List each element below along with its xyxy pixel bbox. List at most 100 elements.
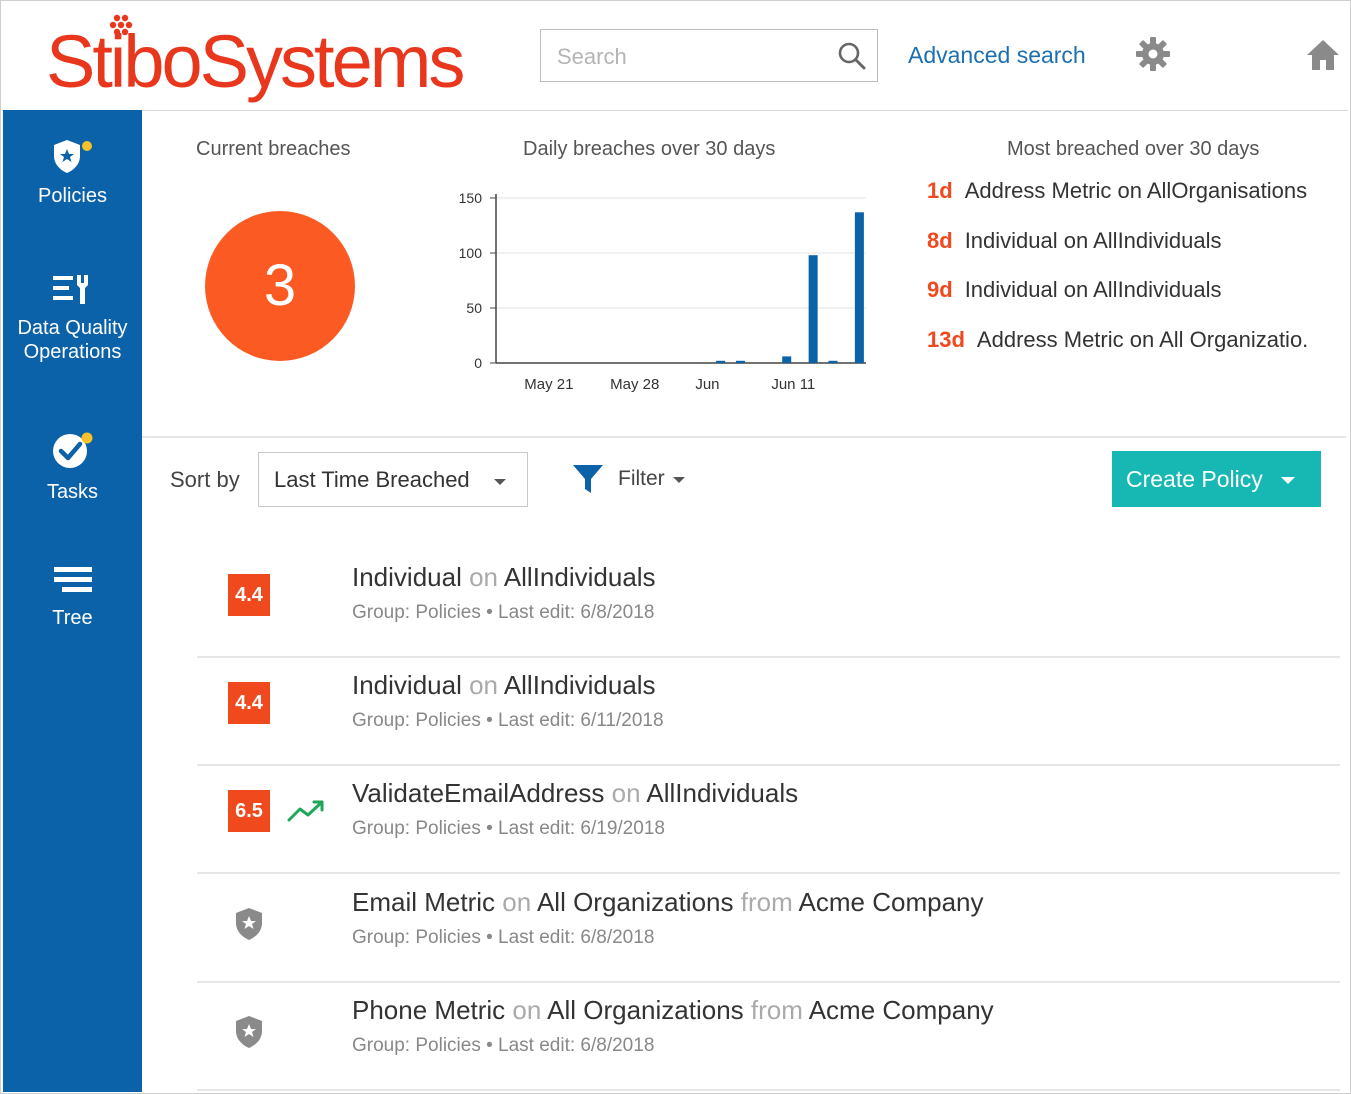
breach-policy-name: Individual on AllIndividuals [964,228,1222,253]
y-tick-label: 150 [459,190,483,206]
sidebar-item-label: Policies [38,185,107,207]
sort-by-select[interactable]: Last Time Breached [258,452,528,507]
shield-star-icon [236,908,262,940]
policy-name: ValidateEmailAddress [352,778,605,808]
policy-title: Email Metric on All Organizations from A… [352,887,984,918]
sidebar-item-label-2: Operations [23,341,122,363]
most-breached-item[interactable]: 9d Individual on AllIndividuals [927,277,1222,303]
policy-target: AllIndividuals [646,778,799,808]
section-divider [142,436,1346,438]
logo-text: StiboSystems [46,20,465,103]
current-breaches-title: Current breaches [196,138,351,160]
breach-days: 8d [927,228,953,253]
policy-row[interactable]: Phone Metric on All Organizations from A… [197,983,1340,1091]
policy-meta: Group: Policies • Last edit: 6/8/2018 [352,602,655,623]
policy-on: on [502,887,532,917]
list-tools-icon [52,275,88,304]
filter-label: Filter [618,467,665,490]
breach-policy-name: Individual on AllIndividuals [964,277,1222,302]
chart-bar [782,356,792,363]
breach-days: 9d [927,277,953,302]
policy-from: from [740,887,793,917]
policy-target: All Organizations [547,995,744,1025]
policy-title: Individual on AllIndividuals [352,562,656,593]
most-breached-item[interactable]: 1d Address Metric on AllOrganisations [927,178,1307,204]
search-icon[interactable] [837,41,867,71]
chevron-down-icon [494,479,506,485]
policy-name: Email Metric [352,887,496,917]
policy-target: AllIndividuals [503,562,656,592]
sidebar-item-tasks[interactable]: Tasks [3,428,142,504]
sort-by-value: Last Time Breached [274,467,470,492]
search-box [540,29,878,83]
score-badge: 6.5 [228,790,270,832]
policy-on: on [469,670,499,700]
current-breaches-count[interactable]: 3 [205,211,355,361]
policy-meta: Group: Policies • Last edit: 6/19/2018 [352,818,665,839]
filter-button[interactable]: Filter [572,462,685,498]
sidebar-item-tree[interactable]: Tree [3,564,142,630]
policy-title: Individual on AllIndividuals [352,670,656,701]
sidebar-item-label: Data Quality [17,317,128,339]
left-sidebar: Policies Data Quality Operations Tasks T… [3,110,142,1092]
trending-up-icon [287,800,324,822]
sidebar-item-policies[interactable]: Policies [3,138,142,208]
policy-title: ValidateEmailAddress on AllIndividuals [352,778,798,809]
policy-target: All Organizations [536,887,734,917]
shield-star-icon [53,140,92,173]
filter-funnel-icon [573,465,603,493]
policy-on: on [469,562,499,592]
policy-row[interactable]: 6.5 ValidateEmailAddress on AllIndividua… [197,766,1340,874]
shield-star-icon [236,1016,262,1048]
stibo-logo[interactable]: StiboSystems [46,14,506,106]
sidebar-item-label: Tree [52,607,93,629]
y-tick-label: 0 [474,355,482,371]
top-header: StiboSystems Advanced search [2,2,1348,111]
policy-name: Individual [352,670,462,700]
policy-on: on [611,778,641,808]
chart-bar [735,360,745,363]
sidebar-item-label: Tasks [46,481,99,503]
tree-list-icon [53,567,92,592]
most-breached-item[interactable]: 13d Address Metric on All Organizatio. [927,327,1308,353]
policy-title: Phone Metric on All Organizations from A… [352,995,994,1026]
breach-days: 1d [927,178,953,203]
breach-days: 13d [927,327,965,352]
most-breached-item[interactable]: 8d Individual on AllIndividuals [927,228,1222,254]
policy-name: Phone Metric [352,995,506,1025]
policy-target: AllIndividuals [503,670,656,700]
search-input[interactable] [541,30,839,83]
policy-row[interactable]: Email Metric on All Organizations from A… [197,875,1340,983]
policy-source: Acme Company [798,887,984,917]
x-tick-label: Jun [695,376,719,393]
policy-meta: Group: Policies • Last edit: 6/8/2018 [352,1035,655,1056]
chevron-down-icon [673,477,685,483]
breach-policy-name: Address Metric on All Organizatio. [976,327,1309,352]
x-tick-label: May 21 [524,376,573,393]
chart-bar [828,360,838,363]
score-badge: 4.4 [228,574,270,616]
breach-policy-name: Address Metric on AllOrganisations [964,178,1308,203]
policy-row[interactable]: 4.4 Individual on AllIndividuals Group: … [197,550,1340,658]
gear-icon[interactable] [1135,36,1171,72]
sort-by-label: Sort by [170,467,240,492]
policy-meta: Group: Policies • Last edit: 6/8/2018 [352,927,655,948]
create-policy-button[interactable]: Create Policy [1112,451,1321,507]
y-tick-label: 50 [466,300,482,316]
policy-meta: Group: Policies • Last edit: 6/11/2018 [352,710,664,731]
policy-source: Acme Company [808,995,994,1025]
policy-row[interactable]: 4.4 Individual on AllIndividuals Group: … [197,658,1340,766]
daily-breaches-chart: 0 50 100 150 May 21 May 28 Jun Jun 11 [459,190,866,393]
advanced-search-link[interactable]: Advanced search [908,42,1086,69]
policy-name: Individual [352,562,462,592]
check-badge-icon [52,432,92,468]
home-icon[interactable] [1305,38,1341,72]
score-badge: 4.4 [228,682,270,724]
policy-from: from [750,995,803,1025]
create-policy-label: Create Policy [1126,465,1263,492]
x-tick-label: May 28 [610,376,659,393]
sidebar-item-data-quality-operations[interactable]: Data Quality Operations [3,272,142,364]
chart-bar [716,360,726,363]
x-tick-label: Jun 11 [771,376,815,393]
policy-on: on [512,995,542,1025]
